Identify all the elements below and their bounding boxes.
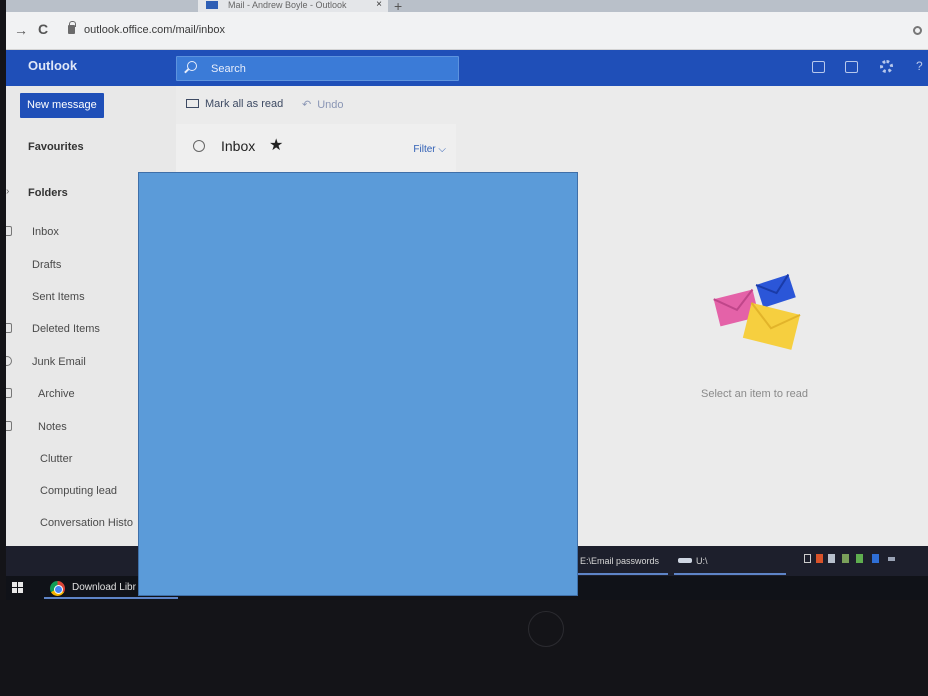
sidebar-item-label: Sent Items bbox=[32, 291, 85, 303]
select-all-check-icon[interactable] bbox=[193, 140, 205, 152]
settings-gear-icon[interactable] bbox=[880, 60, 893, 73]
command-bar: Mark all as read ↶ Undo bbox=[176, 86, 596, 124]
mark-all-read-label: Mark all as read bbox=[205, 98, 284, 110]
undo-button[interactable]: ↶ Undo bbox=[302, 98, 344, 111]
search-input[interactable]: Search bbox=[176, 56, 459, 81]
sidebar-item-label: Notes bbox=[38, 421, 67, 433]
feedback-icon[interactable] bbox=[845, 61, 858, 73]
taskbar-item-u-drive[interactable]: U:\ bbox=[696, 556, 708, 566]
message-list-title: Inbox bbox=[221, 138, 256, 154]
sidebar-item-label: Conversation Histo bbox=[40, 517, 133, 529]
chevron-down-icon[interactable]: › bbox=[6, 186, 9, 197]
outlook-header: Outlook Search ? bbox=[6, 50, 928, 86]
extension-icon[interactable] bbox=[913, 26, 922, 35]
taskbar-active-underline bbox=[578, 573, 668, 575]
search-placeholder: Search bbox=[211, 63, 246, 75]
sidebar-item-label: Junk Email bbox=[32, 356, 86, 368]
reading-pane-hint: Select an item to read bbox=[701, 388, 809, 400]
taskbar-active-underline bbox=[44, 597, 178, 599]
lock-icon bbox=[68, 21, 76, 34]
sidebar-item-label: Archive bbox=[38, 388, 75, 400]
tray-folder-icon[interactable] bbox=[804, 554, 811, 563]
undo-label: Undo bbox=[317, 99, 344, 111]
taskbar-active-underline bbox=[674, 573, 786, 575]
reading-pane: Select an item to read bbox=[596, 86, 928, 546]
mark-all-read-button[interactable]: Mark all as read bbox=[186, 98, 283, 110]
sidebar-item-label: Clutter bbox=[40, 453, 73, 465]
browser-tab[interactable]: Mail - Andrew Boyle - Outlook × bbox=[198, 0, 388, 12]
sidebar-item-label: Inbox bbox=[32, 226, 59, 238]
redaction-block bbox=[138, 172, 578, 596]
blocked-icon bbox=[6, 356, 12, 366]
outlook-favicon-icon bbox=[206, 1, 218, 9]
chrome-icon[interactable] bbox=[50, 581, 65, 596]
sidebar-item-label: Computing lead bbox=[40, 485, 118, 497]
url-field[interactable]: outlook.office.com/mail/inbox bbox=[84, 24, 225, 36]
archive-icon bbox=[6, 388, 12, 398]
tray-app-icon[interactable] bbox=[842, 554, 849, 563]
skype-icon[interactable] bbox=[812, 61, 825, 73]
filter-button[interactable]: Filter ⌵ bbox=[413, 144, 446, 155]
hp-logo bbox=[528, 611, 564, 647]
tab-close-icon[interactable]: × bbox=[376, 0, 382, 10]
star-icon[interactable]: ★ bbox=[269, 135, 283, 155]
note-icon bbox=[6, 421, 12, 431]
tab-title: Mail - Andrew Boyle - Outlook bbox=[228, 0, 347, 10]
sidebar-item-label: Drafts bbox=[32, 259, 62, 271]
envelopes-illustration-icon bbox=[713, 273, 801, 350]
windows-start-icon[interactable] bbox=[12, 582, 24, 594]
send-icon bbox=[6, 291, 12, 301]
inbox-icon bbox=[6, 226, 12, 236]
folders-header[interactable]: Folders bbox=[28, 187, 68, 199]
search-icon bbox=[187, 61, 197, 71]
help-icon[interactable]: ? bbox=[916, 59, 923, 73]
taskbar-item-email-passwords[interactable]: E:\Email passwords bbox=[580, 556, 659, 566]
browser-tab-strip: Mail - Andrew Boyle - Outlook × + bbox=[6, 0, 928, 14]
tray-green-icon[interactable] bbox=[856, 554, 863, 563]
tray-minus-icon[interactable] bbox=[888, 557, 895, 561]
favourites-header[interactable]: Favourites bbox=[28, 141, 84, 153]
sidebar-item-label: Deleted Items bbox=[32, 323, 100, 335]
drive-icon bbox=[678, 558, 692, 563]
open-envelope-icon bbox=[186, 99, 199, 108]
forward-arrow-icon[interactable]: → bbox=[14, 22, 28, 38]
tray-blue-icon[interactable] bbox=[872, 554, 879, 563]
address-bar: → C outlook.office.com/mail/inbox bbox=[6, 12, 928, 50]
taskbar-item-chrome[interactable]: Download Libr bbox=[72, 582, 136, 593]
new-message-button[interactable]: New message bbox=[20, 93, 104, 118]
reload-icon[interactable]: C bbox=[38, 21, 48, 37]
pencil-icon bbox=[6, 259, 12, 269]
undo-icon: ↶ bbox=[302, 99, 312, 111]
trash-icon bbox=[6, 323, 12, 333]
tray-office-icon[interactable] bbox=[816, 554, 823, 563]
app-brand[interactable]: Outlook bbox=[28, 58, 77, 73]
tray-calc-icon[interactable] bbox=[828, 554, 835, 563]
